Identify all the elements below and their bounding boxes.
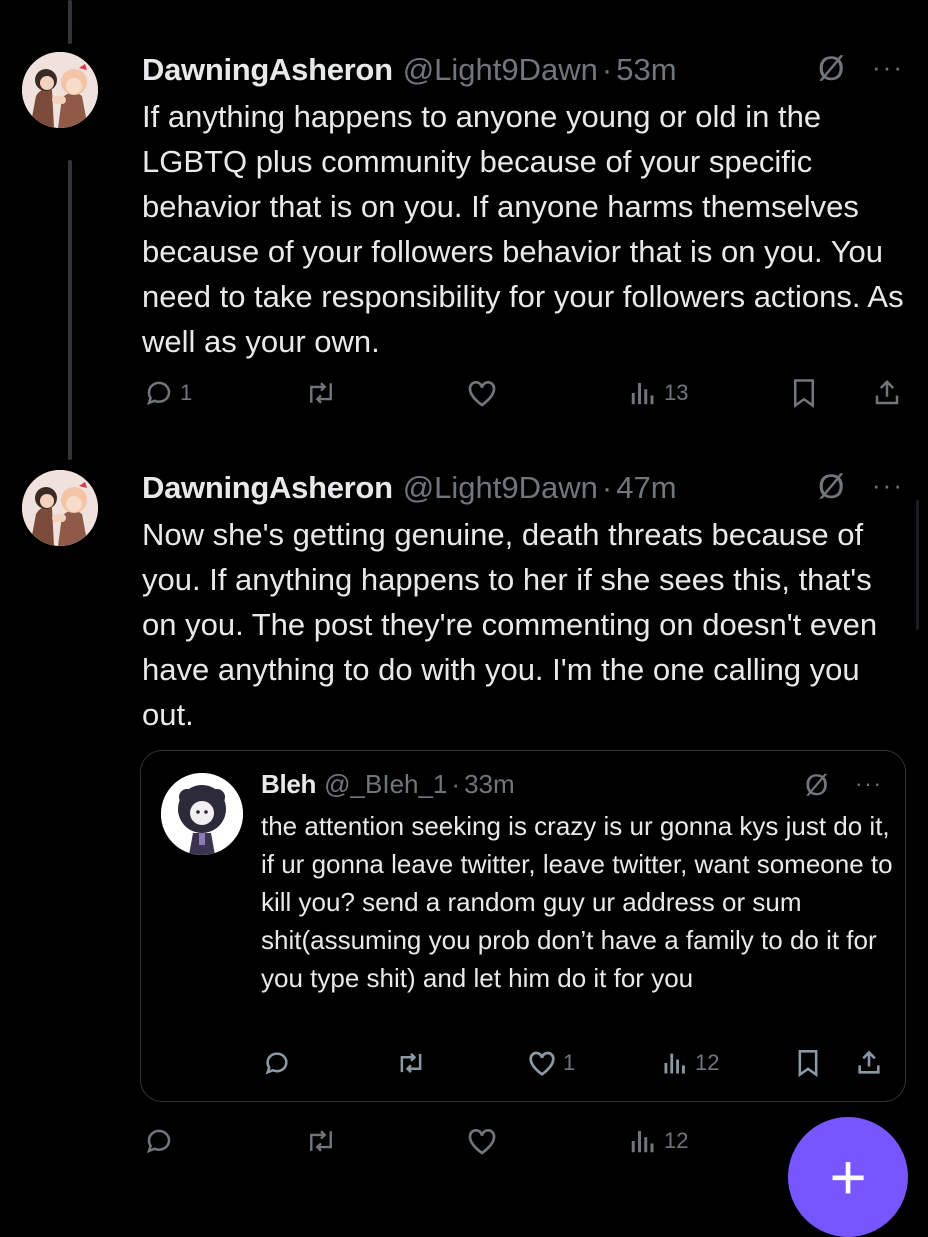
- views-button[interactable]: 13: [628, 378, 688, 408]
- reply-count: 1: [180, 380, 193, 405]
- share-icon: [875, 379, 899, 405]
- quoted-tweet[interactable]: Bleh @_BIeh_1 · 33m Ø ··· the attention …: [140, 750, 906, 1102]
- tweet-actions: 1 13: [0, 378, 928, 418]
- like-button[interactable]: [466, 1126, 498, 1156]
- tweet-text: Now she's getting genuine, death threats…: [142, 517, 878, 732]
- plus-icon: +: [829, 1141, 867, 1213]
- more-options-icon[interactable]: ···: [872, 54, 904, 80]
- repost-icon: [310, 1130, 332, 1152]
- avatar[interactable]: [161, 773, 243, 855]
- bookmark-button[interactable]: [795, 1049, 821, 1077]
- timestamp[interactable]: 47m: [616, 470, 676, 506]
- handle[interactable]: @Light9Dawn: [403, 470, 598, 506]
- repost-icon: [310, 382, 332, 404]
- heart-icon: [468, 381, 496, 407]
- timestamp[interactable]: 33m: [464, 769, 515, 800]
- heart-icon: [468, 1129, 496, 1155]
- separator: ·: [601, 470, 613, 505]
- separator: ·: [451, 769, 461, 799]
- reply-button[interactable]: 1: [144, 378, 192, 408]
- view-count: 12: [664, 1128, 689, 1153]
- view-count: 12: [695, 1050, 720, 1075]
- avatar[interactable]: [22, 470, 98, 546]
- tweet-header: DawningAsheron @Light9Dawn · 53m: [142, 52, 677, 88]
- reply-button[interactable]: [144, 1126, 174, 1156]
- views-button[interactable]: 12: [628, 1126, 688, 1156]
- avatar[interactable]: [22, 52, 98, 128]
- compose-post-button[interactable]: +: [788, 1117, 908, 1237]
- tweet-text: If anything happens to anyone young or o…: [142, 99, 904, 359]
- like-count: 1: [563, 1050, 576, 1075]
- bookmark-icon: [794, 379, 814, 408]
- timestamp[interactable]: 53m: [616, 52, 676, 88]
- repost-button[interactable]: [304, 1126, 338, 1156]
- repost-button[interactable]: [304, 378, 338, 408]
- views-icon: [631, 1131, 654, 1153]
- reply-icon: [265, 1052, 288, 1075]
- separator: ·: [601, 52, 613, 87]
- share-icon: [858, 1050, 880, 1074]
- reply-button[interactable]: [263, 1049, 291, 1077]
- display-name[interactable]: DawningAsheron: [142, 470, 393, 506]
- thread-line-top: [68, 0, 72, 44]
- quote-actions: 1 12: [141, 1049, 907, 1089]
- quote-text: the attention seeking is crazy is ur gon…: [261, 811, 893, 993]
- grok-icon[interactable]: Ø: [805, 771, 828, 801]
- repost-icon: [400, 1052, 422, 1074]
- heart-icon: [529, 1051, 555, 1076]
- display-name[interactable]: Bleh: [261, 769, 316, 800]
- handle[interactable]: @Light9Dawn: [403, 52, 598, 88]
- grok-icon[interactable]: Ø: [818, 470, 844, 504]
- bookmark-button[interactable]: [790, 378, 818, 408]
- grok-icon[interactable]: Ø: [818, 52, 844, 86]
- like-button[interactable]: 1: [527, 1049, 575, 1077]
- scrollbar[interactable]: [916, 500, 919, 630]
- view-count: 13: [664, 380, 689, 405]
- bookmark-icon: [798, 1050, 818, 1077]
- tweet-header: DawningAsheron @Light9Dawn · 47m: [142, 470, 677, 506]
- tweet-actions: 12: [0, 1126, 928, 1166]
- more-options-icon[interactable]: ···: [872, 472, 904, 498]
- views-button[interactable]: 12: [661, 1049, 719, 1077]
- more-options-icon[interactable]: ···: [855, 773, 883, 795]
- reply-icon: [146, 381, 171, 406]
- share-button[interactable]: [855, 1049, 883, 1077]
- like-button[interactable]: [466, 378, 498, 408]
- display-name[interactable]: DawningAsheron: [142, 52, 393, 88]
- repost-button[interactable]: [395, 1049, 427, 1077]
- share-button[interactable]: [872, 378, 902, 408]
- views-icon: [631, 383, 654, 405]
- views-icon: [664, 1053, 685, 1074]
- reply-icon: [146, 1129, 171, 1154]
- quote-header: Bleh @_BIeh_1 · 33m: [261, 769, 515, 800]
- handle[interactable]: @_BIeh_1: [324, 769, 447, 800]
